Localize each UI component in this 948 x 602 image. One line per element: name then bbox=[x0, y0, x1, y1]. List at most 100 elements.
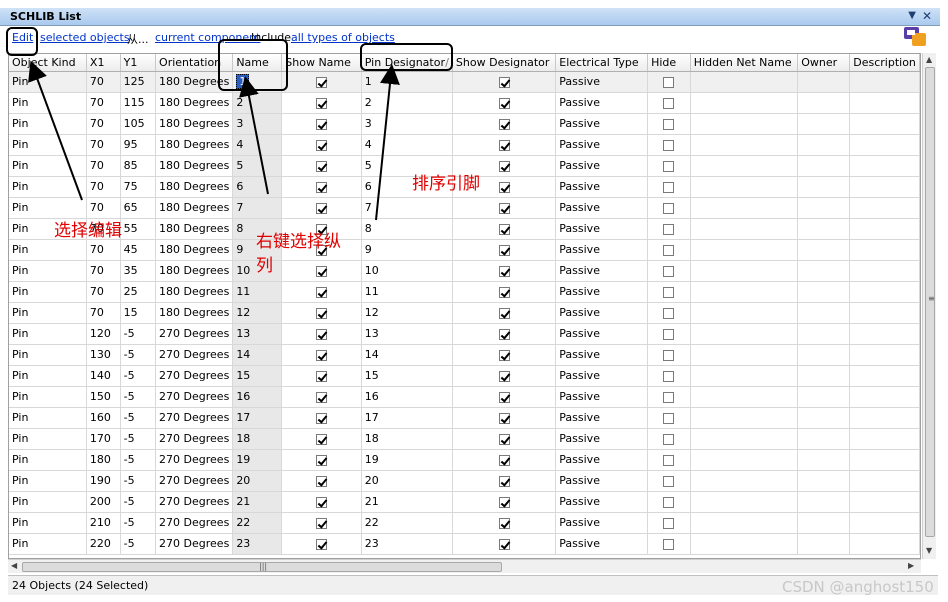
column-header[interactable]: Show Designator bbox=[452, 54, 557, 72]
checkbox[interactable] bbox=[316, 538, 328, 550]
empty-cell[interactable] bbox=[797, 491, 851, 513]
column-header[interactable]: Hidden Net Name bbox=[690, 54, 799, 72]
checkbox[interactable] bbox=[498, 181, 510, 193]
checkbox[interactable] bbox=[316, 307, 328, 319]
empty-cell[interactable] bbox=[690, 281, 799, 303]
desig-cell[interactable]: 21 bbox=[361, 491, 453, 513]
x1-cell[interactable]: 120 bbox=[86, 323, 121, 345]
hide-cell[interactable] bbox=[647, 71, 691, 93]
checkbox[interactable] bbox=[663, 517, 675, 529]
y1-cell[interactable]: -5 bbox=[120, 470, 157, 492]
name-cell[interactable]: 13 bbox=[232, 323, 283, 345]
hide-cell[interactable] bbox=[647, 260, 691, 282]
scroll-down-icon[interactable]: ▼ bbox=[926, 546, 932, 555]
empty-cell[interactable] bbox=[797, 113, 851, 135]
orient-cell[interactable]: 180 Degrees bbox=[155, 302, 234, 324]
empty-cell[interactable] bbox=[849, 176, 920, 198]
checkbox[interactable] bbox=[663, 496, 675, 508]
checkbox[interactable] bbox=[498, 202, 510, 214]
empty-cell[interactable] bbox=[849, 155, 920, 177]
showname-cell[interactable] bbox=[281, 323, 362, 345]
kind-cell[interactable]: Pin bbox=[9, 491, 87, 513]
y1-cell[interactable]: -5 bbox=[120, 365, 157, 387]
empty-cell[interactable] bbox=[690, 344, 799, 366]
y1-cell[interactable]: 45 bbox=[120, 239, 157, 261]
empty-cell[interactable] bbox=[797, 92, 851, 114]
empty-cell[interactable] bbox=[797, 365, 851, 387]
kind-cell[interactable]: Pin bbox=[9, 197, 87, 219]
desig-cell[interactable]: 23 bbox=[361, 533, 453, 555]
checkbox[interactable] bbox=[663, 139, 675, 151]
x1-cell[interactable]: 70 bbox=[86, 71, 121, 93]
table-row[interactable]: Pin 70 65 180 Degrees 7 7 Passive bbox=[9, 197, 920, 219]
desig-cell[interactable]: 8 bbox=[361, 218, 453, 240]
etype-cell[interactable]: Passive bbox=[555, 470, 649, 492]
x1-cell[interactable]: 150 bbox=[86, 386, 121, 408]
desig-cell[interactable]: 2 bbox=[361, 92, 453, 114]
orient-cell[interactable]: 270 Degrees bbox=[155, 428, 234, 450]
etype-cell[interactable]: Passive bbox=[555, 449, 649, 471]
empty-cell[interactable] bbox=[690, 323, 799, 345]
checkbox[interactable] bbox=[316, 391, 328, 403]
checkbox[interactable] bbox=[663, 454, 675, 466]
checkbox[interactable] bbox=[498, 538, 510, 550]
name-cell[interactable]: 20 bbox=[232, 470, 283, 492]
checkbox[interactable] bbox=[663, 307, 675, 319]
y1-cell[interactable]: 65 bbox=[120, 197, 157, 219]
showname-cell[interactable] bbox=[281, 113, 362, 135]
desig-cell[interactable]: 1 bbox=[361, 71, 453, 93]
checkbox[interactable] bbox=[663, 265, 675, 277]
kind-cell[interactable]: Pin bbox=[9, 92, 87, 114]
empty-cell[interactable] bbox=[797, 470, 851, 492]
showname-cell[interactable] bbox=[281, 491, 362, 513]
checkbox[interactable] bbox=[663, 118, 675, 130]
orient-cell[interactable]: 180 Degrees bbox=[155, 155, 234, 177]
checkbox[interactable] bbox=[663, 538, 675, 550]
orient-cell[interactable]: 270 Degrees bbox=[155, 407, 234, 429]
table-row[interactable]: Pin 70 105 180 Degrees 3 3 Passive bbox=[9, 113, 920, 135]
etype-cell[interactable]: Passive bbox=[555, 197, 649, 219]
checkbox[interactable] bbox=[316, 286, 328, 298]
etype-cell[interactable]: Passive bbox=[555, 155, 649, 177]
empty-cell[interactable] bbox=[690, 449, 799, 471]
empty-cell[interactable] bbox=[690, 470, 799, 492]
etype-cell[interactable]: Passive bbox=[555, 71, 649, 93]
etype-cell[interactable]: Passive bbox=[555, 281, 649, 303]
table-row[interactable]: Pin 170 -5 270 Degrees 18 18 Passive bbox=[9, 428, 920, 450]
checkbox[interactable] bbox=[498, 454, 510, 466]
empty-cell[interactable] bbox=[690, 71, 799, 93]
checkbox[interactable] bbox=[498, 433, 510, 445]
name-cell[interactable]: 16 bbox=[232, 386, 283, 408]
checkbox[interactable] bbox=[498, 496, 510, 508]
checkbox[interactable] bbox=[316, 454, 328, 466]
orient-cell[interactable]: 270 Degrees bbox=[155, 344, 234, 366]
etype-cell[interactable]: Passive bbox=[555, 113, 649, 135]
kind-cell[interactable]: Pin bbox=[9, 113, 87, 135]
x1-cell[interactable]: 180 bbox=[86, 449, 121, 471]
table-row[interactable]: Pin 150 -5 270 Degrees 16 16 Passive bbox=[9, 386, 920, 408]
kind-cell[interactable]: Pin bbox=[9, 407, 87, 429]
x1-cell[interactable]: 70 bbox=[86, 239, 121, 261]
empty-cell[interactable] bbox=[849, 323, 920, 345]
y1-cell[interactable]: 95 bbox=[120, 134, 157, 156]
table-row[interactable]: Pin 220 -5 270 Degrees 23 23 Passive bbox=[9, 533, 920, 555]
desig-cell[interactable]: 12 bbox=[361, 302, 453, 324]
name-cell[interactable]: 21 bbox=[232, 491, 283, 513]
checkbox[interactable] bbox=[316, 265, 328, 277]
table-row[interactable]: Pin 70 45 180 Degrees 9 9 Passive bbox=[9, 239, 920, 261]
kind-cell[interactable]: Pin bbox=[9, 134, 87, 156]
empty-cell[interactable] bbox=[849, 239, 920, 261]
hide-cell[interactable] bbox=[647, 134, 691, 156]
checkbox[interactable] bbox=[498, 244, 510, 256]
x1-cell[interactable]: 70 bbox=[86, 176, 121, 198]
checkbox[interactable] bbox=[316, 139, 328, 151]
checkbox[interactable] bbox=[498, 475, 510, 487]
x1-cell[interactable]: 70 bbox=[86, 92, 121, 114]
showname-cell[interactable] bbox=[281, 92, 362, 114]
table-row[interactable]: Pin 210 -5 270 Degrees 22 22 Passive bbox=[9, 512, 920, 534]
showname-cell[interactable] bbox=[281, 449, 362, 471]
checkbox[interactable] bbox=[498, 307, 510, 319]
name-cell[interactable]: 11 bbox=[232, 281, 283, 303]
empty-cell[interactable] bbox=[690, 239, 799, 261]
empty-cell[interactable] bbox=[690, 176, 799, 198]
